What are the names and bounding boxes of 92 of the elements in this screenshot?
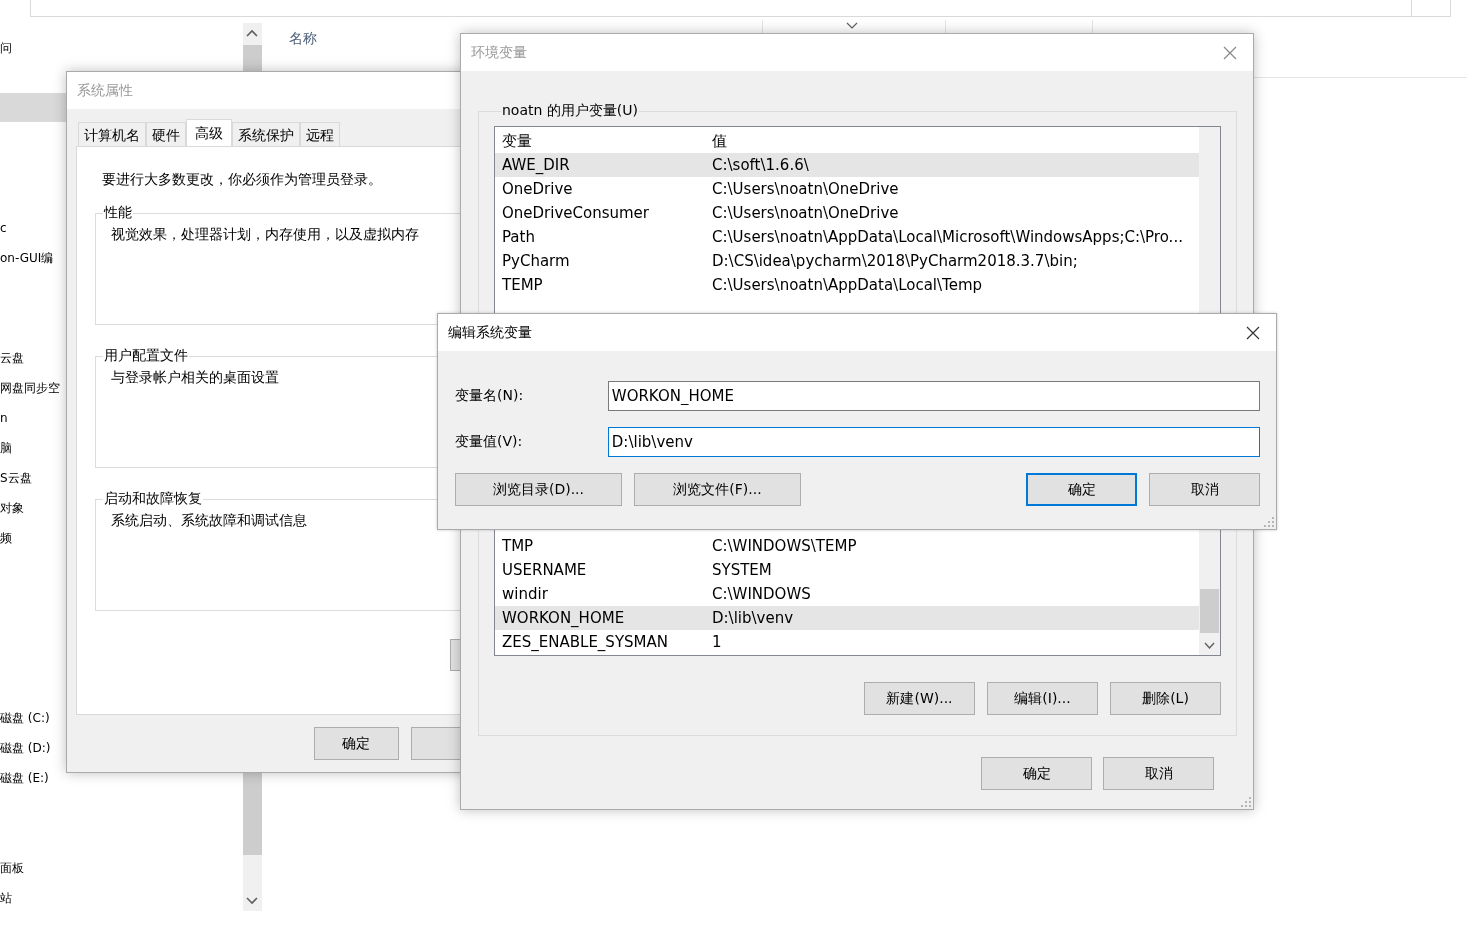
list-row[interactable]: USERNAME SYSTEM: [495, 558, 1201, 582]
sidebar-item[interactable]: 频: [0, 528, 12, 548]
close-icon: [1246, 325, 1260, 340]
variable-value: C:\Users\noatn\OneDrive: [712, 203, 899, 224]
variable-name: WORKON_HOME: [501, 608, 626, 629]
input-field[interactable]: WORKON_HOME: [607, 381, 1260, 411]
close-icon: [1223, 45, 1237, 60]
input-field[interactable]: D:\lib\venv: [607, 427, 1260, 457]
ok-button[interactable]: 确定: [1026, 473, 1137, 506]
sidebar-item[interactable]: 网盘同步空: [0, 378, 60, 398]
variable-value: D:\CS\idea\pycharm\2018\PyCharm2018.3.7\bin;: [712, 251, 1078, 272]
list-action-button[interactable]: 删除(L): [1110, 682, 1221, 715]
sidebar-item[interactable]: 问: [0, 38, 12, 58]
scroll-down-icon: [1204, 642, 1215, 649]
tab[interactable]: 硬件: [146, 122, 186, 146]
window-title: 系统属性: [77, 81, 133, 100]
list-row[interactable]: windir C:\WINDOWS: [495, 582, 1201, 606]
variable-value: 1: [712, 632, 722, 653]
resize-grip-icon: [1241, 797, 1251, 807]
column-header[interactable]: 名称: [289, 30, 317, 48]
variable-value: C:\soft\1.6.6\: [712, 155, 809, 176]
sidebar-item[interactable]: 对象: [0, 498, 24, 518]
tab[interactable]: 高级: [186, 119, 232, 146]
variable-name: PyCharm: [501, 251, 571, 272]
sidebar-item[interactable]: 磁盘 (D:): [0, 738, 51, 758]
ok-button[interactable]: 确定: [314, 727, 399, 760]
list-row[interactable]: OneDrive C:\Users\noatn\OneDrive: [495, 177, 1201, 201]
sidebar-item[interactable]: 站: [0, 888, 12, 908]
sidebar-item[interactable]: 磁盘 (C:): [0, 708, 50, 728]
sort-chevron-icon: [846, 22, 858, 30]
list-action-button[interactable]: 新建(W)...: [864, 682, 975, 715]
sidebar-item[interactable]: 磁盘 (E:): [0, 768, 49, 788]
variable-value: D:\lib\venv: [712, 608, 794, 629]
browse-button[interactable]: 浏览文件(F)...: [634, 473, 801, 506]
refresh-button[interactable]: [1411, 0, 1451, 17]
group-description: 系统启动、系统故障和调试信息: [111, 512, 308, 530]
list-row[interactable]: OneDriveConsumer C:\Users\noatn\OneDrive: [495, 201, 1201, 225]
variable-value: C:\Users\noatn\AppData\Local\Microsoft\WindowsApps;C:\Pro...: [712, 227, 1183, 248]
list-row[interactable]: AWE_DIR C:\soft\1.6.6\: [495, 153, 1201, 177]
column-header[interactable]: 值: [712, 129, 727, 153]
column-header[interactable]: 变量: [495, 129, 712, 153]
variable-name: ZES_ENABLE_SYSMAN: [501, 632, 669, 653]
scroll-down-icon: [246, 897, 258, 905]
variable-value: C:\WINDOWS\TEMP: [712, 536, 857, 557]
tab[interactable]: 计算机名: [78, 122, 146, 146]
variable-value: C:\WINDOWS: [712, 584, 811, 605]
variable-name: TEMP: [501, 275, 544, 296]
list-row[interactable]: TMP C:\WINDOWS\TEMP: [495, 534, 1201, 558]
variable-name: TMP: [501, 536, 535, 557]
tab[interactable]: 系统保护: [232, 122, 300, 146]
list-row[interactable]: PyCharm D:\CS\idea\pycharm\2018\PyCharm2018.3.7\bin;: [495, 249, 1201, 273]
list-row[interactable]: ZES_ENABLE_SYSMAN 1: [495, 630, 1201, 654]
sidebar-item[interactable]: n: [0, 408, 8, 428]
address-bar[interactable]: [30, 0, 1412, 17]
tab[interactable]: 远程: [300, 122, 340, 146]
notice-text: 要进行大多数更改，你必须作为管理员登录。: [102, 170, 383, 189]
scroll-up-icon: [246, 29, 258, 37]
sidebar-item[interactable]: 脑: [0, 438, 12, 458]
field-label: 变量名(N):: [455, 387, 525, 405]
group-title: noatn 的用户变量(U): [501, 102, 639, 120]
field-label: 变量值(V):: [455, 433, 524, 451]
variable-value: C:\Users\noatn\AppData\Local\Temp: [712, 275, 983, 296]
sidebar-item[interactable]: c: [0, 218, 7, 238]
variable-name: OneDrive: [501, 179, 574, 200]
group-title: 启动和故障恢复: [103, 490, 203, 508]
scrollbar-thumb[interactable]: [1200, 589, 1219, 633]
sidebar-item[interactable]: on-GUI编: [0, 248, 54, 268]
list-row[interactable]: TEMP C:\Users\noatn\AppData\Local\Temp: [495, 273, 1201, 297]
sidebar-item[interactable]: S云盘: [0, 468, 32, 488]
group-description: 与登录帐户相关的桌面设置: [111, 369, 280, 387]
variable-value: SYSTEM: [712, 560, 772, 581]
sidebar-item[interactable]: 面板: [0, 858, 24, 878]
sidebar-item[interactable]: 云盘: [0, 348, 24, 368]
resize-grip-icon: [1264, 517, 1274, 527]
variable-name: windir: [501, 584, 549, 605]
ok-button[interactable]: 确定: [981, 757, 1092, 790]
browse-button[interactable]: 浏览目录(D)...: [455, 473, 622, 506]
group-description: 视觉效果，处理器计划，内存使用，以及虚拟内存: [111, 226, 420, 244]
window-title: 环境变量: [471, 43, 527, 62]
cancel-button[interactable]: 取消: [1149, 473, 1260, 506]
list-action-button[interactable]: 编辑(I)...: [987, 682, 1098, 715]
variable-name: Path: [501, 227, 536, 248]
variable-value: C:\Users\noatn\OneDrive: [712, 179, 899, 200]
list-row[interactable]: WORKON_HOME D:\lib\venv: [495, 606, 1201, 630]
variable-name: OneDriveConsumer: [501, 203, 651, 224]
window-title: 编辑系统变量: [448, 323, 532, 342]
group-title: 用户配置文件: [103, 347, 189, 365]
group-title: 性能: [103, 204, 133, 222]
variable-name: AWE_DIR: [501, 155, 571, 176]
cancel-button[interactable]: 取消: [1103, 757, 1214, 790]
list-row[interactable]: Path C:\Users\noatn\AppData\Local\Microsoft\WindowsApps;C:\Pro...: [495, 225, 1201, 249]
variable-name: USERNAME: [501, 560, 588, 581]
